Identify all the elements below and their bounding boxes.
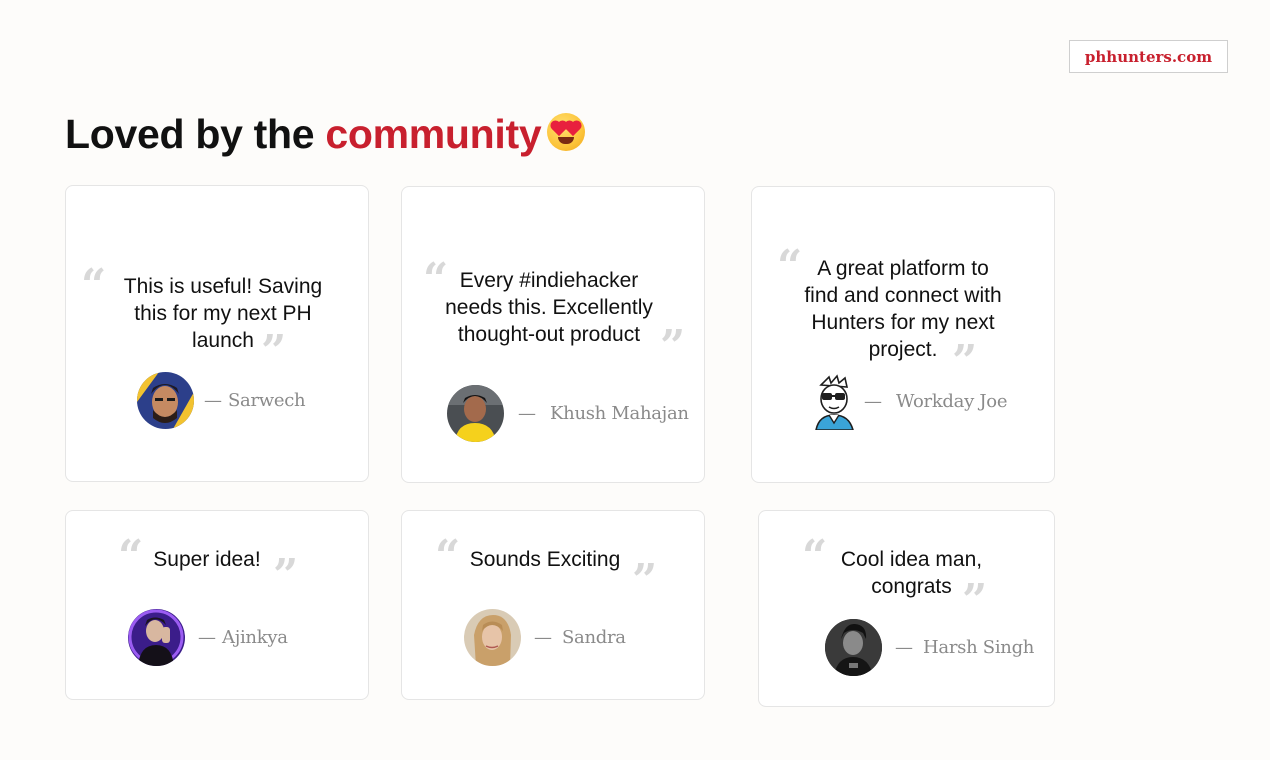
quote-line: thought-out product (457, 323, 641, 346)
quote-line: project. (868, 338, 938, 361)
testimonial-author: — Sarwech (137, 372, 306, 429)
author-dash: — (198, 627, 216, 648)
testimonial-card: “ This is useful! Saving this for my nex… (65, 185, 369, 482)
testimonial-quote: Super idea! (66, 546, 348, 573)
quote-line: Cool idea man, (840, 548, 983, 571)
testimonial-card: “ Every #indiehacker needs this. Excelle… (401, 186, 705, 483)
testimonial-quote: This is useful! Saving this for my next … (86, 273, 360, 354)
quote-line: Every #indiehacker (459, 269, 639, 292)
testimonial-card: “ Super idea! ” — Ajinkya (65, 510, 369, 700)
author-dash: — (534, 627, 552, 648)
close-quote-mark: ” (273, 550, 299, 601)
author-name: Sandra (562, 627, 626, 648)
author-name: Workday Joe (896, 391, 1008, 412)
testimonial-card: “ A great platform to find and connect w… (751, 186, 1055, 483)
author-name: Sarwech (228, 390, 306, 411)
heart-eyes-emoji-icon (547, 113, 586, 151)
site-link-badge[interactable]: phhunters.com (1069, 40, 1228, 73)
heading-accent-word: community (325, 111, 542, 157)
quote-line: launch (192, 329, 254, 352)
testimonial-author: — Khush Mahajan (447, 385, 689, 442)
avatar (447, 385, 504, 442)
close-quote-mark: ” (632, 555, 658, 606)
close-quote-mark: ” (962, 575, 988, 626)
close-quote-mark: ” (660, 321, 686, 372)
quote-line: Hunters for my next (811, 311, 995, 334)
avatar (128, 609, 185, 666)
author-name: Harsh Singh (923, 637, 1035, 658)
section-heading: Loved by the community (65, 106, 586, 162)
quote-line: needs this. Excellently (445, 296, 653, 319)
avatar (825, 619, 882, 676)
author-name: Khush Mahajan (550, 403, 689, 424)
quote-line: A great platform to (817, 257, 989, 280)
author-name: Ajinkya (222, 627, 288, 648)
testimonial-quote: A great platform to find and connect wit… (752, 255, 1054, 363)
avatar (464, 609, 521, 666)
quote-line: this for my next PH (134, 302, 312, 325)
avatar (807, 373, 864, 430)
quote-line: Super idea! (153, 548, 261, 571)
quote-line: find and connect with (804, 284, 1002, 307)
author-dash: — (518, 403, 536, 424)
testimonial-author: — Sandra (464, 609, 626, 666)
testimonial-quote: Cool idea man, congrats (769, 546, 1054, 600)
author-dash: — (895, 637, 913, 658)
quote-line: This is useful! Saving (123, 275, 323, 298)
quote-line: congrats (871, 575, 952, 598)
author-dash: — (864, 391, 882, 412)
testimonial-author: — Harsh Singh (825, 619, 1034, 676)
testimonial-quote: Every #indiehacker needs this. Excellent… (402, 267, 696, 348)
author-dash: — (204, 390, 222, 411)
avatar (137, 372, 194, 429)
testimonial-card: “ Cool idea man, congrats ” — Harsh Sing… (758, 510, 1055, 707)
heading-prefix: Loved by the (65, 111, 326, 157)
testimonial-card: “ Sounds Exciting ” — Sandra (401, 510, 705, 700)
testimonial-author: — Workday Joe (807, 373, 1007, 430)
close-quote-mark: ” (261, 326, 287, 377)
testimonial-author: — Ajinkya (128, 609, 288, 666)
